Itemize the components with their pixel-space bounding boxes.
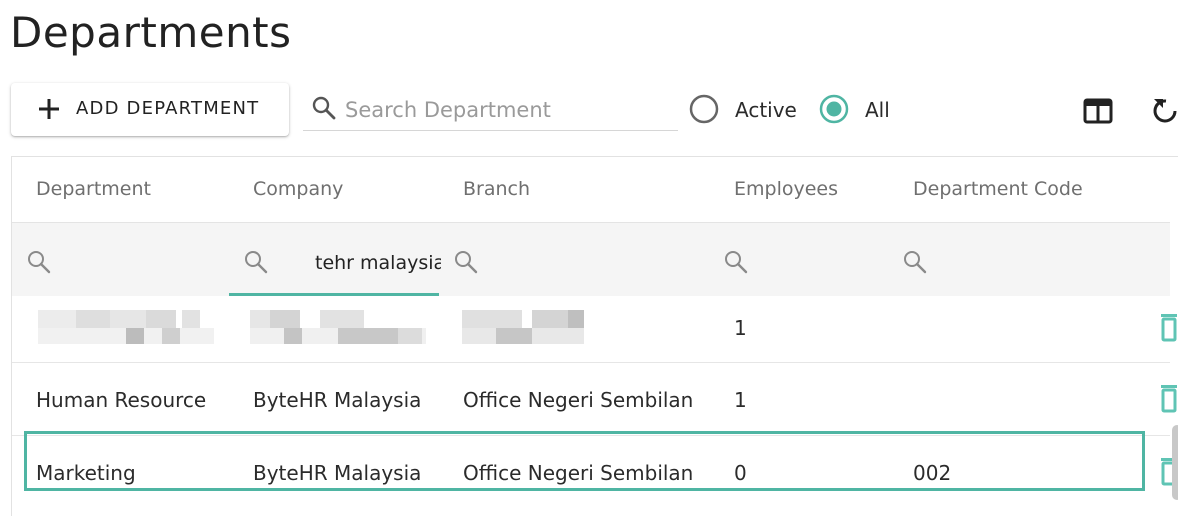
refresh-icon[interactable] (1150, 95, 1178, 127)
filter-employees-input[interactable] (755, 247, 899, 279)
filter-search-icon (904, 251, 927, 274)
add-department-button[interactable]: ADD DEPARTMENT (11, 83, 289, 136)
radio-all-label: All (865, 98, 890, 122)
table-row[interactable]: 1 (12, 296, 1177, 363)
cell-department: Human Resource (36, 388, 207, 412)
column-header-department[interactable]: Department (36, 178, 151, 200)
column-header-department-code[interactable]: Department Code (913, 178, 1083, 200)
filter-search-icon (28, 251, 51, 274)
table-filter-row (12, 222, 1170, 297)
column-header-company[interactable]: Company (253, 178, 343, 200)
table-row[interactable]: Human Resource ByteHR Malaysia Office Ne… (12, 363, 1177, 436)
search-icon (312, 96, 336, 120)
cell-employees: 1 (734, 316, 747, 340)
radio-active-label: Active (735, 98, 797, 122)
filter-branch-input[interactable] (485, 247, 709, 279)
page-title: Departments (10, 8, 292, 57)
column-header-employees[interactable]: Employees (734, 178, 838, 200)
table-header-row: Department Company Branch Employees Depa… (12, 157, 1178, 221)
cell-employees: 1 (734, 388, 747, 412)
radio-all[interactable] (819, 94, 849, 124)
filter-department-code-input[interactable] (934, 247, 1158, 279)
cell-branch: Office Negeri Sembilan (463, 461, 694, 485)
filter-search-icon (725, 251, 748, 274)
cell-company: ByteHR Malaysia (253, 388, 422, 412)
radio-active[interactable] (689, 94, 719, 124)
delete-icon[interactable] (1158, 312, 1178, 342)
columns-icon[interactable] (1082, 95, 1114, 127)
plus-icon (39, 99, 59, 119)
filter-search-icon (245, 251, 268, 274)
column-header-branch[interactable]: Branch (463, 178, 530, 200)
scrollbar-thumb[interactable] (1172, 425, 1178, 500)
delete-icon[interactable] (1158, 383, 1178, 413)
search-department-input[interactable] (343, 94, 667, 126)
add-department-label: ADD DEPARTMENT (76, 98, 260, 119)
filter-company-input[interactable] (313, 247, 443, 279)
search-department-field (303, 88, 678, 131)
cell-company: ByteHR Malaysia (253, 461, 422, 485)
filter-search-icon (455, 251, 478, 274)
cell-department: Marketing (36, 461, 136, 485)
cell-branch: Office Negeri Sembilan (463, 388, 694, 412)
table-row[interactable]: Marketing ByteHR Malaysia Office Negeri … (12, 436, 1177, 512)
filter-department-input[interactable] (58, 247, 222, 279)
cell-employees: 0 (734, 461, 747, 485)
cell-department-code: 002 (913, 461, 952, 485)
